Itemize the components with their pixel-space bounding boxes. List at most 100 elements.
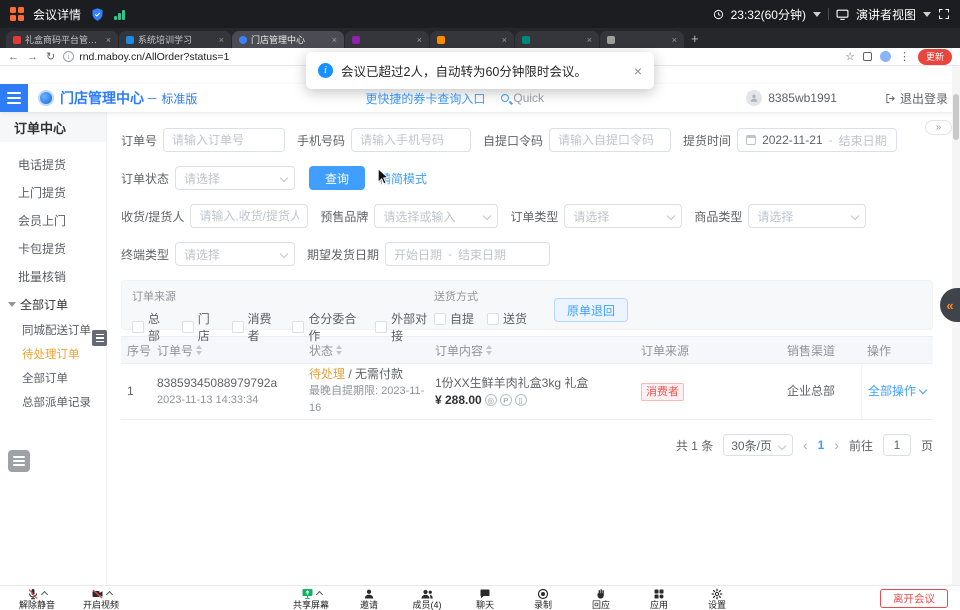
sidebar-item-pending-orders[interactable]: 待处理订单 — [0, 342, 106, 366]
sidebar-item-door-pickup[interactable]: 上门提货 — [0, 178, 106, 206]
bookmark-star-icon[interactable]: ☆ — [845, 50, 855, 63]
browser-profile-avatar[interactable] — [880, 51, 891, 62]
record-button[interactable]: 录制 — [514, 587, 572, 610]
browser-menu-icon[interactable]: ⋮ — [899, 50, 910, 63]
col-content[interactable]: 订单内容 — [429, 342, 635, 359]
prev-page-button[interactable]: ‹ — [803, 437, 808, 453]
order-status-select[interactable]: 请选择 — [175, 166, 295, 190]
forward-icon[interactable]: → — [27, 51, 38, 63]
sidebar-item-phone-pickup[interactable]: 电话提货 — [0, 150, 106, 178]
share-screen-button[interactable]: 共享屏幕 — [282, 587, 340, 610]
tab-close-icon[interactable]: × — [332, 35, 337, 45]
col-status[interactable]: 状态 — [303, 342, 429, 359]
quick-search[interactable]: Quick — [501, 91, 544, 105]
checkbox-self-pickup[interactable]: 自提 — [434, 310, 474, 327]
timer-dropdown-icon[interactable] — [813, 12, 821, 17]
sidebar-item-card-pickup[interactable]: 卡包提货 — [0, 234, 106, 262]
checkbox-source-store[interactable]: 门店 — [182, 310, 219, 344]
col-order-no[interactable]: 订单号 — [151, 342, 303, 359]
checkbox-source-warehouse[interactable]: 仓分委合作 — [292, 310, 362, 344]
sidebar-item-hq-dispatch-records[interactable]: 总部派单记录 — [0, 390, 106, 414]
expect-ship-date-range[interactable]: 开始日期 - 结束日期 — [385, 242, 550, 266]
browser-tab-4[interactable]: × — [345, 31, 429, 48]
quick-card-query-link[interactable]: 更快捷的券卡查询入口 — [365, 90, 485, 107]
sidebar-item-all-orders[interactable]: 全部订单 — [0, 366, 106, 390]
video-button[interactable]: 开启视频 — [72, 587, 130, 610]
leave-meeting-button[interactable]: 离开会议 — [880, 589, 948, 608]
back-icon[interactable]: ← — [8, 51, 19, 63]
checkbox-source-hq[interactable]: 总部 — [132, 310, 169, 344]
mic-options-caret[interactable] — [41, 591, 48, 598]
order-type-select[interactable]: 请选择 — [564, 204, 682, 228]
tab-close-icon[interactable]: × — [502, 35, 507, 45]
chevron-down-icon — [483, 212, 491, 220]
pickup-code-input[interactable] — [549, 128, 671, 152]
new-tab-button[interactable]: + — [691, 31, 699, 46]
user-avatar[interactable] — [746, 90, 762, 106]
tab-close-icon[interactable]: × — [672, 35, 677, 45]
page-scrollbar[interactable] — [952, 66, 960, 585]
view-mode-label[interactable]: 演讲者视图 — [856, 6, 916, 23]
tab-close-icon[interactable]: × — [587, 35, 592, 45]
react-button[interactable]: 回应 — [572, 587, 630, 610]
sidebar-item-city-delivery-orders[interactable]: 同城配送订单 — [0, 318, 106, 342]
invite-button[interactable]: 邀请 — [340, 587, 398, 610]
mute-button[interactable]: 解除静音 — [8, 587, 66, 610]
video-options-caret[interactable] — [105, 591, 112, 598]
chrome-update-button[interactable]: 更新 — [918, 49, 952, 65]
view-dropdown-icon[interactable] — [923, 12, 931, 17]
terminal-type-select[interactable]: 请选择 — [175, 242, 295, 266]
pickup-date-range[interactable]: 2022-11-21 - 结束日期 — [737, 128, 897, 152]
fullscreen-icon[interactable] — [938, 8, 950, 20]
security-shield-icon[interactable] — [90, 7, 105, 22]
browser-tab-1[interactable]: 礼盒商码平台管理中心 × — [6, 31, 118, 48]
order-no-input[interactable] — [163, 128, 285, 152]
share-options-caret[interactable] — [315, 591, 322, 598]
browser-tab-5[interactable]: × — [430, 31, 514, 48]
meeting-details-button[interactable]: 会议详情 — [33, 6, 81, 23]
settings-button[interactable]: 设置 — [688, 587, 746, 610]
browser-tab-6[interactable]: × — [515, 31, 599, 48]
apps-button[interactable]: 应用 — [630, 587, 688, 610]
site-info-icon[interactable]: i — [63, 51, 74, 62]
page-size-select[interactable]: 30条/页 — [723, 434, 793, 456]
checkbox-delivery[interactable]: 送货 — [487, 310, 527, 327]
checkbox-source-consumer[interactable]: 消费者 — [232, 310, 280, 344]
toast-close-icon[interactable]: × — [634, 63, 642, 79]
cell-actions[interactable]: 全部操作 — [861, 364, 933, 419]
floating-menu-icon[interactable] — [8, 450, 30, 472]
logout-button[interactable]: 退出登录 — [885, 90, 948, 107]
original-order-return-button[interactable]: 原单退回 — [554, 298, 628, 322]
browser-tab-7[interactable]: × — [600, 31, 684, 48]
goto-page-input[interactable] — [883, 434, 911, 456]
sidebar-item-batch-verify[interactable]: 批量核销 — [0, 262, 106, 290]
sort-icon[interactable] — [486, 342, 492, 358]
all-actions-dropdown[interactable]: 全部操作 — [868, 383, 916, 400]
presale-brand-select[interactable]: 请选择或输入 — [374, 204, 498, 228]
next-page-button[interactable]: › — [834, 437, 839, 453]
sidebar-toggle-icon[interactable] — [92, 330, 107, 346]
tab-close-icon[interactable]: × — [417, 35, 422, 45]
reload-icon[interactable]: ↻ — [46, 50, 55, 63]
checkbox-source-external[interactable]: 外部对接 — [375, 310, 434, 344]
sidebar-group-all-orders[interactable]: 全部订单 — [0, 290, 106, 318]
browser-tab-2[interactable]: 系统培训学习 × — [119, 31, 231, 48]
extensions-icon[interactable] — [863, 52, 872, 61]
members-button[interactable]: 成员(4) — [398, 587, 456, 610]
network-signal-icon[interactable] — [114, 9, 125, 20]
tab-close-icon[interactable]: × — [106, 35, 111, 45]
goods-type-select[interactable]: 请选择 — [748, 204, 866, 228]
collapse-panel-button[interactable]: » — [925, 120, 952, 135]
browser-tab-3-active[interactable]: 门店管理中心 × — [232, 31, 344, 48]
hamburger-menu-button[interactable] — [0, 84, 28, 112]
query-button[interactable]: 查询 — [309, 166, 365, 190]
phone-input[interactable] — [351, 128, 471, 152]
chat-button[interactable]: 聊天 — [456, 587, 514, 610]
scrollbar-thumb[interactable] — [953, 94, 959, 140]
sidebar-item-member-visit[interactable]: 会员上门 — [0, 206, 106, 234]
tab-close-icon[interactable]: × — [219, 35, 224, 45]
sort-icon[interactable] — [196, 342, 202, 358]
current-page[interactable]: 1 — [818, 438, 825, 452]
receiver-input[interactable] — [190, 204, 308, 228]
sort-icon[interactable] — [336, 342, 342, 358]
